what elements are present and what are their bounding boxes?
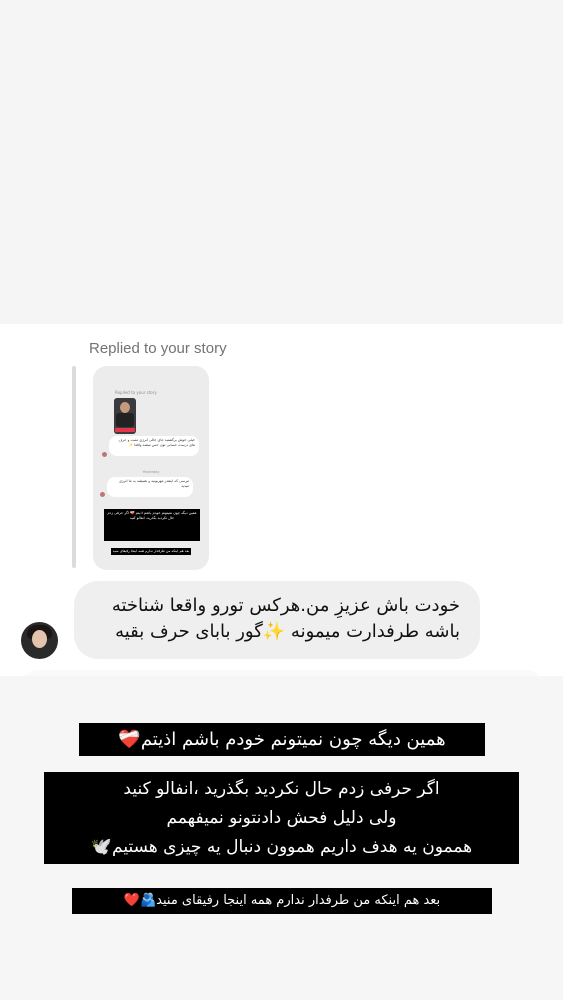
caption-line: ولی دلیل فحش دادنتونو نمیفهمم	[166, 808, 397, 828]
replied-story-thumbnail[interactable]: Replied to your story خیلی خوش برگشتید ج…	[93, 366, 209, 570]
thumbnail-shirt	[116, 413, 134, 427]
thumbnail-caption: همین دیگه چون نمیتونم خودم باشم اذیتم ❤️…	[104, 509, 200, 541]
caption-line: اگر حرفی زدم حال نکردید بگذرید ،انفالو ک…	[123, 779, 440, 799]
thumbnail-caption: بعد هم اینکه من طرفدار ندارم همه اینجا ر…	[111, 548, 191, 555]
caption-line: هممون یه هدف داریم هموون دنبال یه چیزی ه…	[90, 837, 473, 857]
thumbnail-face	[120, 402, 130, 413]
thumbnail-timestamp: Yesterday	[142, 470, 160, 474]
thumbnail-replied-label: Replied to your story	[115, 390, 157, 395]
message-bubble: خودت باش عزیزِ من.هرکس تورو واقعا شناخته…	[74, 581, 480, 659]
avatar-face	[32, 630, 47, 648]
thumbnail-photo	[114, 398, 136, 434]
thumbnail-tag	[115, 428, 135, 432]
story-caption-3: بعد هم اینکه من طرفدار ندارم همه اینجا ر…	[72, 888, 492, 914]
replied-to-story-label: Replied to your story	[89, 340, 227, 357]
thumbnail-avatar	[102, 452, 107, 457]
thumbnail-message-bubble: خیلی خوش برگشتید جای خالی انرژی مثبت و ح…	[109, 436, 199, 456]
thumbnail-avatar	[100, 492, 105, 497]
story-caption-1: همین دیگه چون نمیتونم خودم باشم اذیتم❤️‍…	[79, 723, 485, 756]
thumbnail-message-bubble: مرسی که اینقدر مهربونید و همیشه به ما ان…	[107, 477, 193, 497]
sender-avatar[interactable]	[21, 622, 58, 659]
story-caption-2: اگر حرفی زدم حال نکردید بگذرید ،انفالو ک…	[44, 772, 519, 864]
reply-indicator-bar	[72, 366, 76, 568]
story-blank-top	[0, 0, 563, 324]
